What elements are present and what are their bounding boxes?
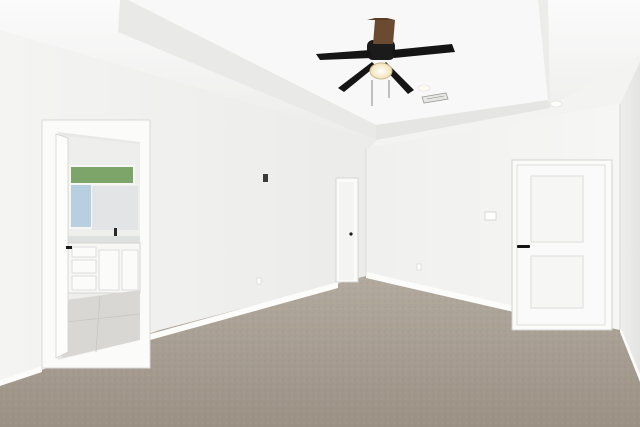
vanity-drawer-1 [71, 246, 97, 258]
closet-door[interactable] [511, 159, 613, 331]
bathroom-countertop [68, 236, 140, 243]
hall-door-leaf[interactable] [339, 182, 354, 280]
outlet-icon [256, 277, 262, 285]
bathroom-window-top [69, 165, 135, 185]
fan-light [369, 62, 393, 80]
door-handle-icon[interactable] [517, 245, 530, 248]
door-handle-icon[interactable] [66, 246, 72, 249]
room-illustration [0, 0, 640, 427]
bathroom-mirror [92, 186, 138, 230]
vanity-door-2 [121, 249, 139, 291]
room-photo [0, 0, 640, 427]
door-knob-icon[interactable] [349, 232, 353, 236]
right-wall [620, 62, 640, 380]
outlet-icon [416, 263, 422, 271]
fan-blade-upper [373, 20, 395, 44]
vanity-drawer-2 [71, 259, 97, 274]
vanity-door-1 [98, 249, 120, 291]
door-panel-lower [530, 255, 584, 309]
bathroom-doorway[interactable] [41, 119, 151, 369]
hall-doorway[interactable] [335, 177, 359, 283]
vanity-drawer-3 [71, 275, 97, 291]
door-panel-upper [530, 175, 584, 243]
light-switch-icon[interactable] [484, 211, 497, 221]
recessed-light-icon [549, 100, 563, 108]
bathroom-faucet [114, 228, 117, 236]
bathroom-window-side [69, 183, 93, 229]
thermostat-icon [263, 174, 268, 182]
recessed-light-icon [417, 84, 431, 92]
